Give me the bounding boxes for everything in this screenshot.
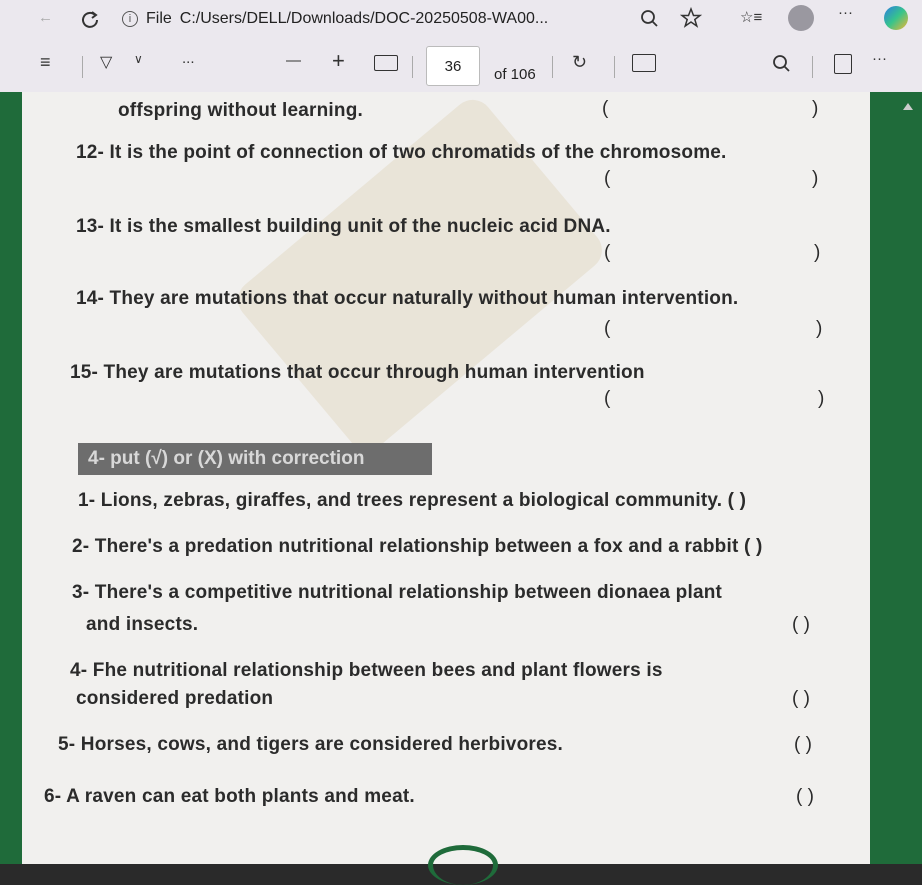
answer-paren-open: ( (602, 98, 609, 119)
answer-paren-open: ( (604, 168, 611, 189)
statement-line: 6- A raven can eat both plants and meat. (44, 786, 415, 807)
highlight-icon[interactable]: ▽ (100, 52, 112, 72)
favorites-icon[interactable]: ☆≡ (740, 8, 762, 26)
section-heading: 4- put (√) or (X) with correction (78, 443, 432, 475)
question-line: 15- They are mutations that occur throug… (70, 362, 645, 383)
url-text: C:/Users/DELL/Downloads/DOC-20250508-WA0… (179, 10, 549, 27)
answer-paren-open: ( (604, 318, 611, 339)
statement-line: considered predation (76, 688, 274, 709)
toolbar-more[interactable]: ... (182, 50, 195, 67)
info-icon[interactable]: i (122, 11, 138, 27)
refresh-icon[interactable] (80, 9, 100, 29)
fit-width-icon[interactable] (374, 55, 398, 71)
back-icon[interactable]: ← (38, 9, 53, 26)
answer-paren-close: ) (818, 388, 825, 409)
statement-line: 1- Lions, zebras, giraffes, and trees re… (78, 490, 747, 511)
browser-menu-icon[interactable]: ··· (838, 4, 853, 21)
answer-paren-close: ) (814, 242, 821, 263)
answer-paren-close: ) (812, 168, 819, 189)
rotate-icon[interactable]: ↻ (572, 52, 587, 73)
answer-parens: ( ) (792, 688, 810, 709)
answer-parens: ( ) (796, 786, 814, 807)
answer-paren-open: ( (604, 242, 611, 263)
page-number-input[interactable]: 36 (426, 46, 480, 86)
page-view-icon[interactable] (632, 54, 656, 72)
answer-parens: ( ) (794, 734, 812, 755)
favorite-star-icon[interactable] (680, 7, 702, 29)
answer-parens: ( ) (792, 614, 810, 635)
save-icon[interactable] (834, 54, 852, 74)
question-line: offspring without learning. (118, 100, 363, 121)
profile-avatar[interactable] (788, 5, 814, 31)
browser-title-bar: ← i File C:/Users/DELL/Downloads/DOC-202… (0, 0, 922, 38)
answer-paren-close: ) (816, 318, 823, 339)
file-label: File (146, 10, 172, 27)
question-line: 14- They are mutations that occur natura… (76, 288, 739, 309)
statement-line: and insects. (86, 614, 199, 635)
statement-line: 2- There's a predation nutritional relat… (72, 536, 763, 557)
statement-line: 3- There's a competitive nutritional rel… (72, 582, 723, 603)
scroll-up-icon[interactable] (903, 103, 913, 110)
page-total: of 106 (494, 66, 536, 83)
address-bar[interactable]: i File C:/Users/DELL/Downloads/DOC-20250… (122, 6, 548, 32)
zoom-out-button[interactable]: — (286, 52, 301, 69)
chevron-down-icon[interactable]: ∨ (134, 52, 143, 66)
pdf-more-icon[interactable]: ··· (872, 50, 887, 67)
statement-line: 4- Fhe nutritional relationship between … (70, 660, 663, 681)
answer-paren-open: ( (604, 388, 611, 409)
contents-icon[interactable]: ≡ (40, 52, 51, 73)
page-decoration (428, 845, 498, 885)
search-icon[interactable] (640, 9, 660, 29)
answer-paren-close: ) (812, 98, 819, 119)
find-icon[interactable] (772, 54, 792, 74)
question-line: 13- It is the smallest building unit of … (76, 216, 611, 237)
zoom-in-button[interactable]: + (332, 48, 345, 74)
statement-line: 5- Horses, cows, and tigers are consider… (58, 734, 563, 755)
copilot-icon[interactable] (884, 6, 908, 30)
question-line: 12- It is the point of connection of two… (76, 142, 727, 163)
